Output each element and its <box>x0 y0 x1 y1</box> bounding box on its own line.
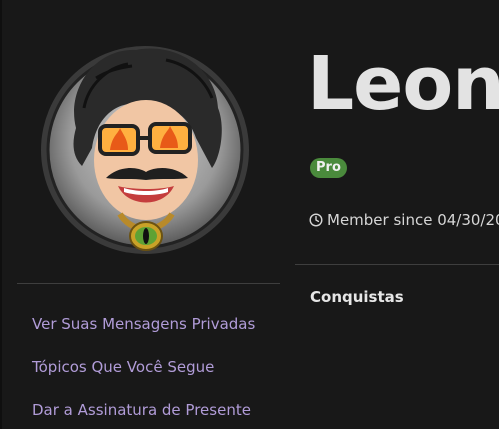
followed-topics-link[interactable]: Tópicos Que Você Segue <box>32 358 214 376</box>
sidebar-item-private-messages: Ver Suas Mensagens Privadas <box>32 313 255 356</box>
member-since: Member since 04/30/20 <box>309 210 499 230</box>
sidebar-item-gift-subscription: Dar a Assinatura de Presente <box>32 399 255 429</box>
member-since-text: Member since 04/30/20 <box>327 211 499 229</box>
sidebar-item-followed-topics: Tópicos Que Você Segue <box>32 356 255 399</box>
private-messages-link[interactable]: Ver Suas Mensagens Privadas <box>32 315 255 333</box>
content-divider <box>295 264 499 265</box>
left-edge-border <box>0 0 2 429</box>
clock-icon <box>309 213 323 227</box>
avatar-illustration-icon <box>41 46 249 254</box>
achievements-heading: Conquistas <box>310 288 404 306</box>
sidebar-link-list: Ver Suas Mensagens Privadas Tópicos Que … <box>32 313 255 429</box>
gift-subscription-link[interactable]: Dar a Assinatura de Presente <box>32 401 251 419</box>
profile-page: Ver Suas Mensagens Privadas Tópicos Que … <box>0 0 499 429</box>
sidebar-divider <box>17 283 280 284</box>
profile-avatar[interactable] <box>36 38 254 256</box>
profile-username: Leon <box>307 41 499 127</box>
pro-badge: Pro <box>310 158 347 178</box>
